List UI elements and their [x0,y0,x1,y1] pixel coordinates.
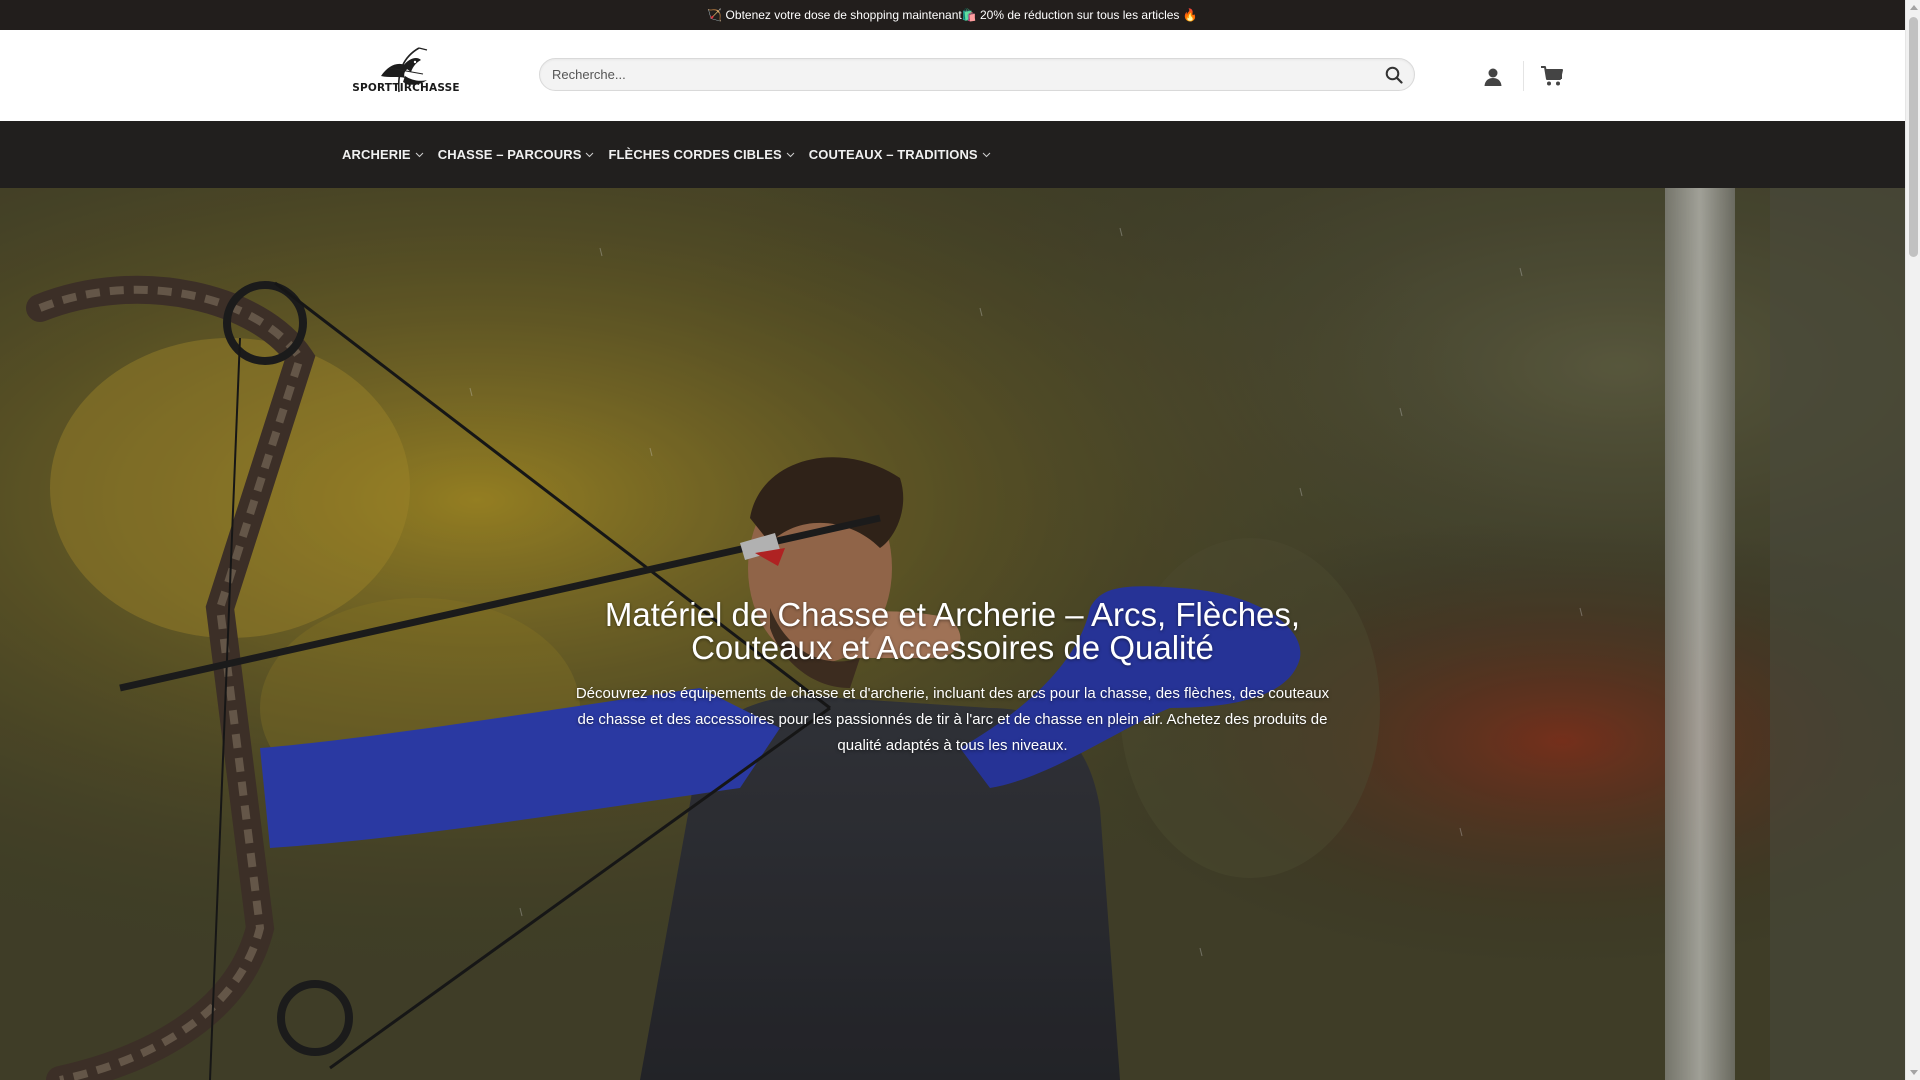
hero-banner: Matériel de Chasse et Archerie – Arcs, F… [0,188,1905,1080]
site-logo[interactable]: SPORTTIRCHASSE [351,46,461,108]
page-scrollbar[interactable] [1905,0,1920,1080]
promo-text: 🏹 Obtenez votre dose de shopping mainten… [707,8,1198,22]
main-navbar: ARCHERIE CHASSE – PARCOURS FLÈCHES CORDE… [0,121,1905,188]
scrollbar-thumb[interactable] [1909,17,1918,257]
page: 🏹 Obtenez votre dose de shopping mainten… [0,0,1905,1080]
search-bar [539,58,1415,91]
nav-item-archerie[interactable]: ARCHERIE [342,147,424,162]
promo-bar: 🏹 Obtenez votre dose de shopping mainten… [0,0,1905,30]
nav-item-label: COUTEAUX – TRADITIONS [808,147,978,162]
hero-title: Matériel de Chasse et Archerie – Arcs, F… [604,596,1301,666]
chevron-down-icon [415,152,424,157]
cart-icon[interactable] [1540,65,1564,87]
site-header: SPORTTIRCHASSE [0,30,1905,121]
chevron-down-icon [586,152,594,157]
nav-item-chasse-parcours[interactable]: CHASSE – PARCOURS [438,147,595,162]
nav-item-couteaux-traditions[interactable]: COUTEAUX – TRADITIONS [809,147,991,162]
nav-item-label: CHASSE – PARCOURS [437,147,582,162]
header-divider [1523,61,1524,91]
user-icon[interactable] [1482,66,1504,88]
hero-description: Découvrez nos équipements de chasse et d… [575,685,1330,754]
nav-item-label: ARCHERIE [342,147,411,162]
nav-item-label: FLÈCHES CORDES CIBLES [608,147,782,162]
search-icon[interactable] [1384,65,1404,85]
nav-item-fleches-cordes-cibles[interactable]: FLÈCHES CORDES CIBLES [608,147,795,162]
search-input[interactable] [550,59,1370,90]
logo-wordmark: SPORTTIRCHASSE [352,82,460,94]
main-nav: ARCHERIE CHASSE – PARCOURS FLÈCHES CORDE… [342,121,991,188]
scroll-down-arrow-icon[interactable] [1906,1065,1920,1080]
chevron-down-icon [786,152,795,157]
scroll-up-arrow-icon[interactable] [1906,0,1920,15]
chevron-down-icon [982,152,991,157]
